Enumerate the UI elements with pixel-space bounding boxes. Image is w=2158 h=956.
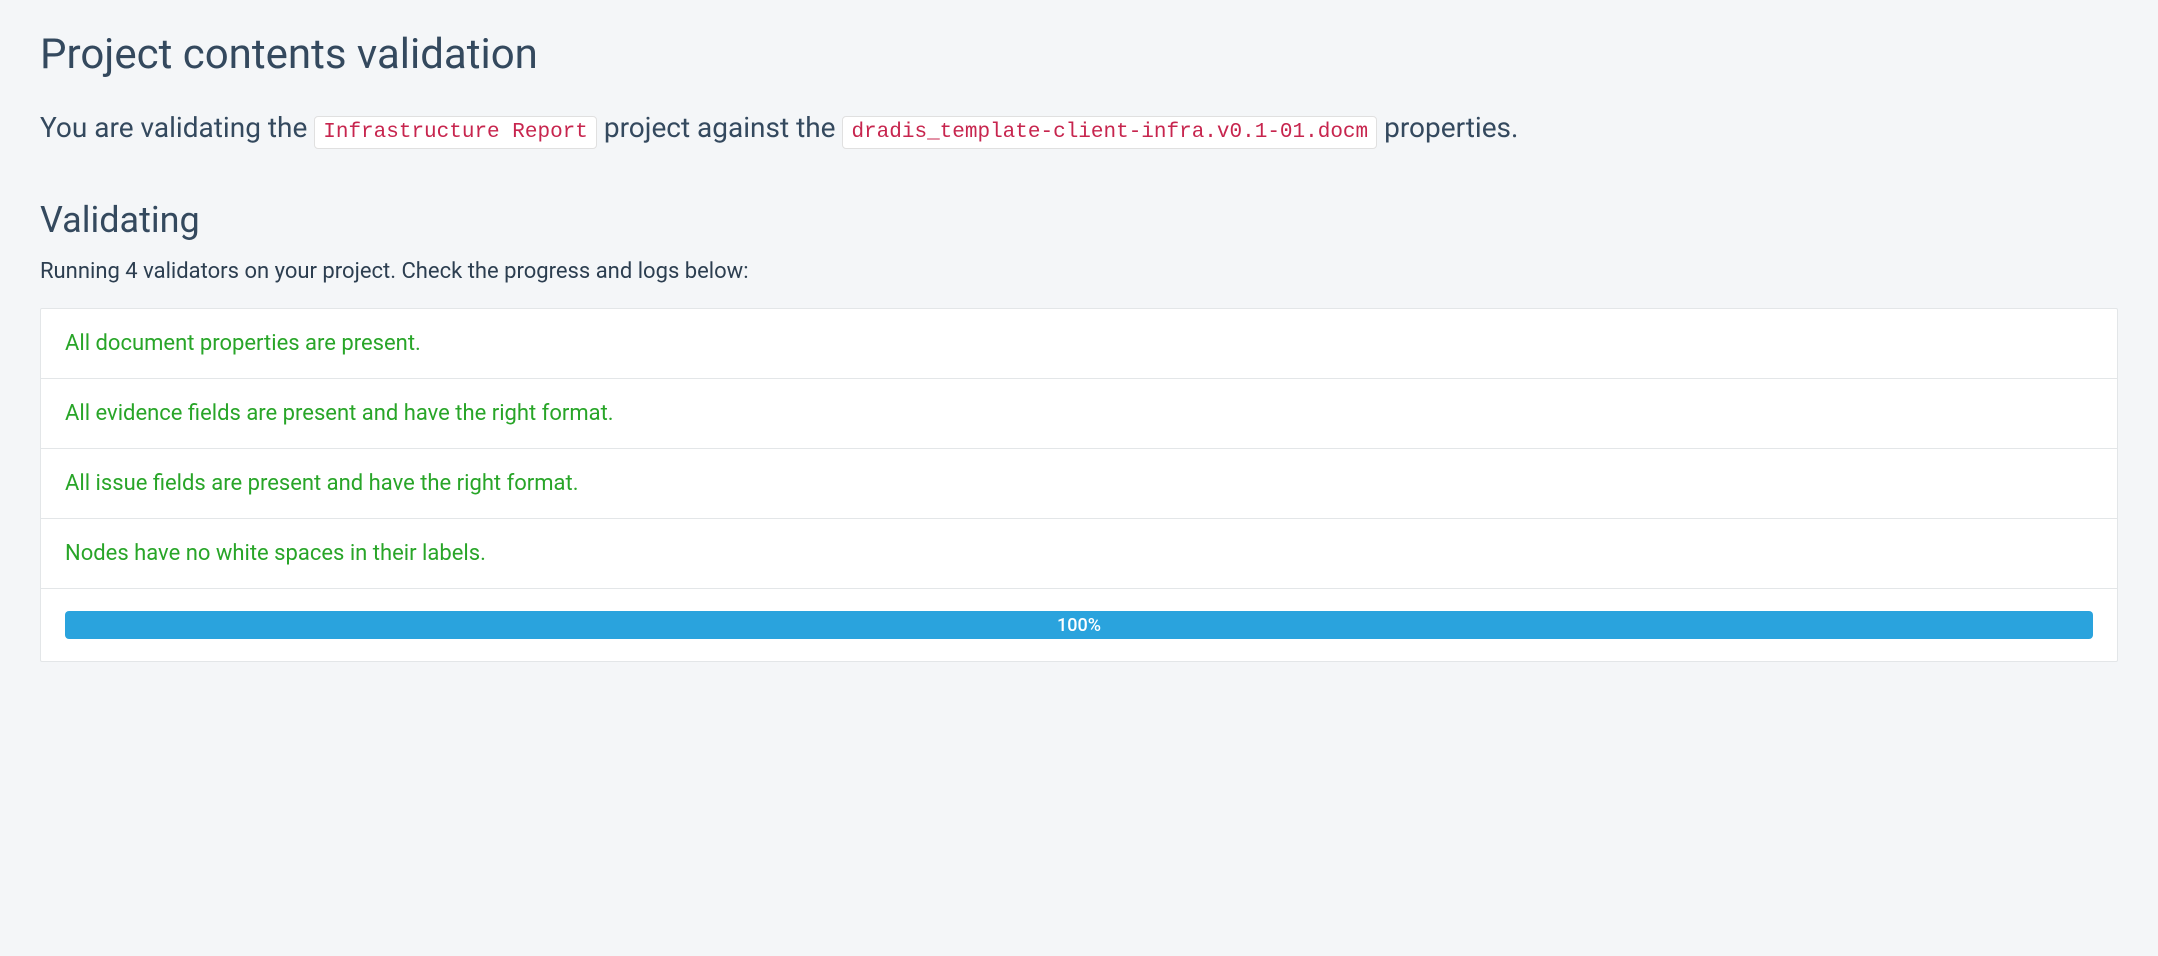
intro-middle: project against the xyxy=(604,111,843,144)
project-name-chip: Infrastructure Report xyxy=(314,116,597,149)
validation-panel: All document properties are present. All… xyxy=(40,308,2118,662)
progress-container: 100% xyxy=(41,589,2117,661)
validator-result: All evidence fields are present and have… xyxy=(41,379,2117,449)
section-subtext: Running 4 validators on your project. Ch… xyxy=(40,259,2118,284)
intro-suffix: properties. xyxy=(1384,111,1518,144)
intro-prefix: You are validating the xyxy=(40,111,314,144)
page-title: Project contents validation xyxy=(40,30,2118,79)
validator-result: All issue fields are present and have th… xyxy=(41,449,2117,519)
validator-result: All document properties are present. xyxy=(41,309,2117,379)
template-name-chip: dradis_template-client-infra.v0.1-01.doc… xyxy=(842,116,1377,149)
section-title: Validating xyxy=(40,199,2118,241)
validator-result: Nodes have no white spaces in their labe… xyxy=(41,519,2117,589)
intro-sentence: You are validating the Infrastructure Re… xyxy=(40,107,2118,149)
progress-bar: 100% xyxy=(65,611,2093,639)
